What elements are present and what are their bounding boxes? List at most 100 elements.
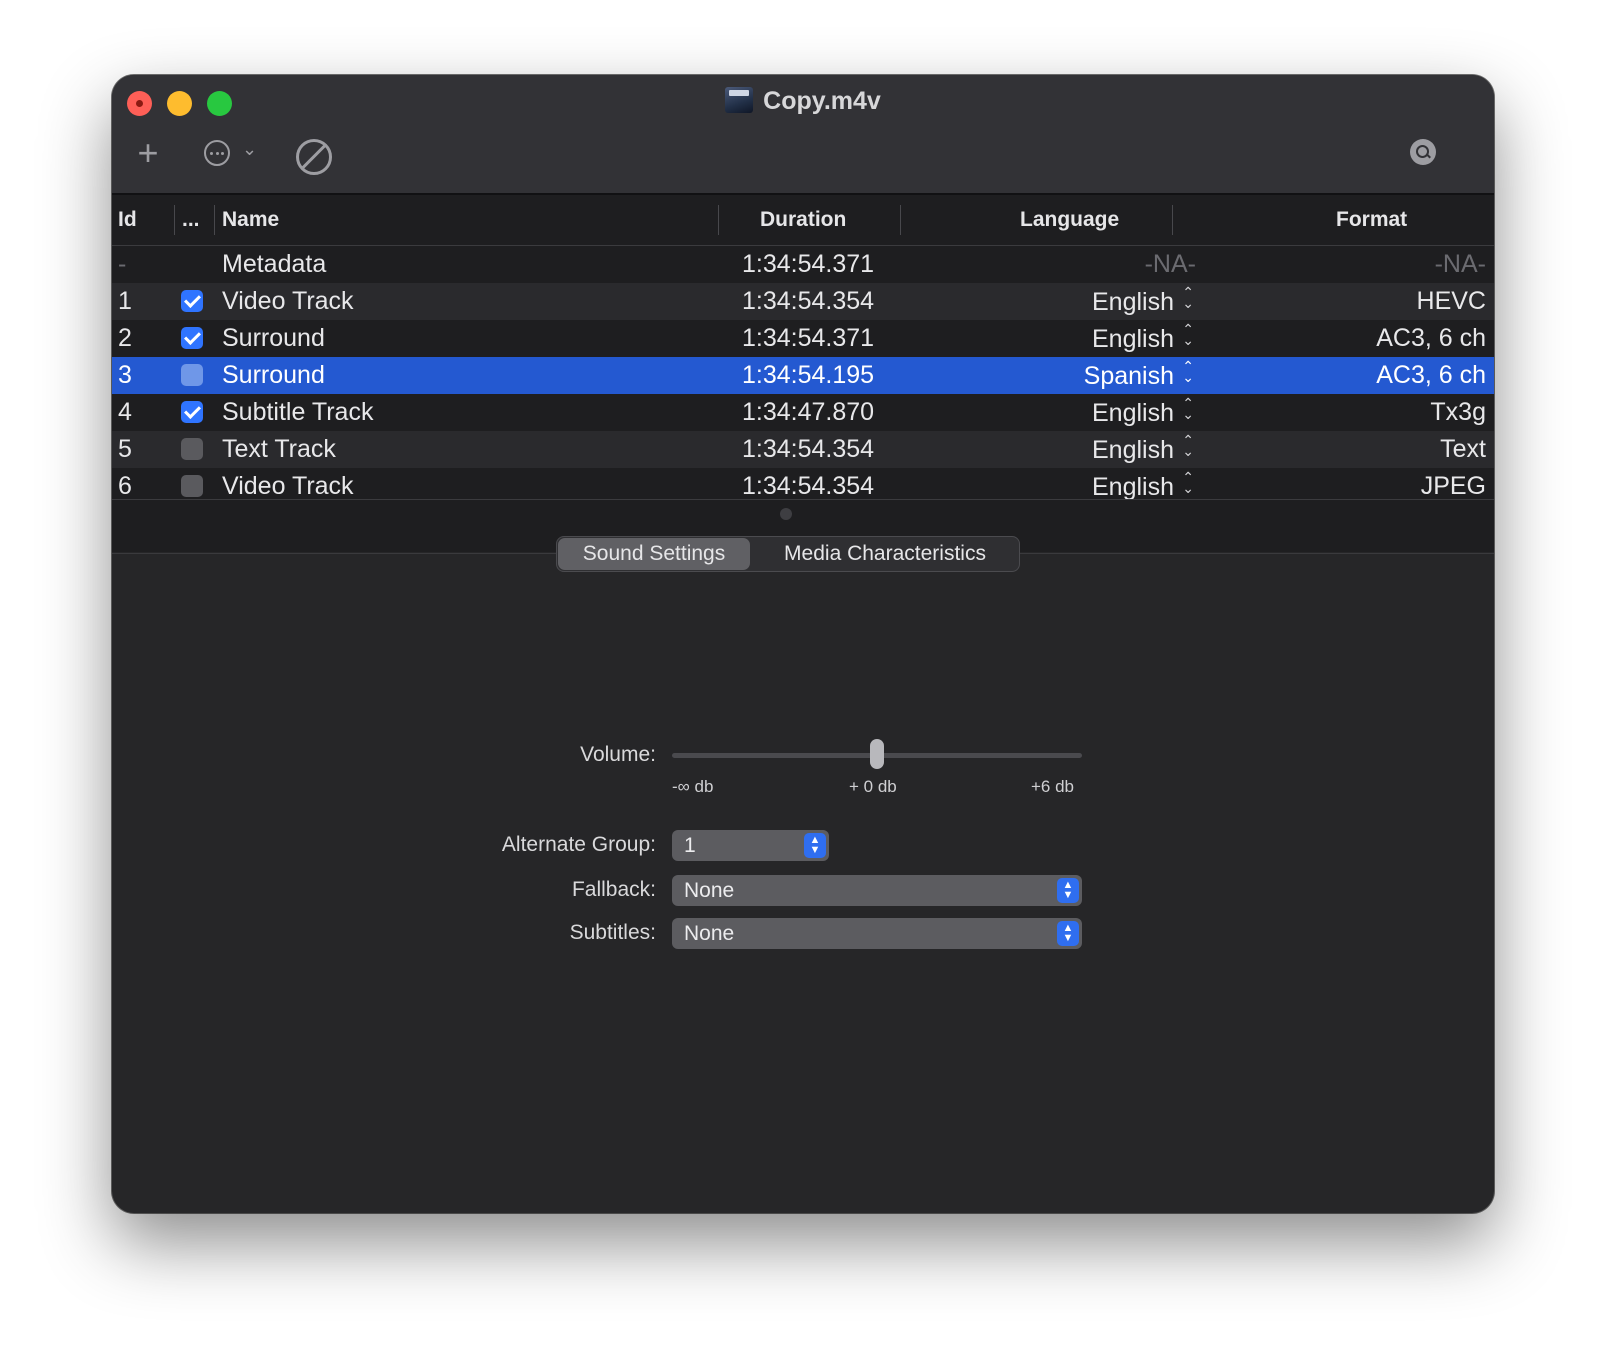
actions-menu-button[interactable]: ⌄ [200, 133, 260, 173]
track-format: AC3, 6 ch [1376, 324, 1486, 352]
track-format: -NA- [1434, 250, 1486, 278]
track-language: -NA- [1144, 250, 1196, 278]
track-enabled-checkbox[interactable] [181, 475, 203, 497]
track-language-popup[interactable]: English ⌃ ⌄ [1092, 284, 1194, 317]
table-row[interactable]: 3 Surround 1:34:54.195 Spanish ⌃ ⌄ AC3, 6 ch [112, 357, 1494, 394]
fallback-label: Fallback: [571, 878, 656, 901]
subtitles-value: None [684, 922, 735, 945]
updown-chevron-icon: ⌃ ⌄ [1182, 284, 1194, 311]
track-id: 5 [118, 435, 132, 463]
ellipsis-circle-icon [204, 140, 230, 166]
track-duration: 1:34:54.354 [742, 435, 875, 463]
track-id: 2 [118, 324, 132, 352]
fallback-value: None [684, 879, 735, 902]
movie-file-icon [725, 87, 754, 113]
track-language: English [1092, 473, 1174, 501]
column-header-format[interactable]: Format [1336, 208, 1407, 232]
track-language: Spanish [1083, 362, 1174, 390]
volume-slider-knob[interactable] [870, 739, 884, 769]
column-header-name[interactable]: Name [222, 208, 279, 232]
track-enabled-checkbox[interactable] [181, 327, 203, 349]
updown-arrows-icon: ▲ ▼ [1057, 921, 1079, 946]
track-id: 4 [118, 398, 132, 426]
table-header: Id ... Name Duration Language Format [112, 195, 1494, 246]
track-language-popup[interactable]: English ⌃ ⌄ [1092, 395, 1194, 428]
track-language: English [1092, 325, 1174, 353]
track-language-popup[interactable]: Spanish ⌃ ⌄ [1083, 358, 1194, 391]
track-format: Text [1440, 435, 1486, 463]
volume-min-label: -∞ db [672, 777, 714, 796]
tracks-table: Id ... Name Duration Language Format - Me… [112, 195, 1494, 505]
track-name: Metadata [222, 250, 327, 278]
plus-icon: + [137, 132, 159, 173]
track-name: Text Track [222, 435, 336, 463]
chevron-down-icon: ⌄ [242, 139, 258, 159]
track-language-popup[interactable]: English ⌃ ⌄ [1092, 469, 1194, 502]
track-format: JPEG [1420, 472, 1486, 500]
table-row[interactable]: 5 Text Track 1:34:54.354 English ⌃ ⌄ Text [112, 431, 1494, 468]
tab-media-characteristics[interactable]: Media Characteristics [752, 537, 1018, 571]
titlebar: Copy.m4v + ⌄ [112, 75, 1494, 195]
track-duration: 1:34:47.870 [742, 398, 875, 426]
track-name: Video Track [222, 287, 354, 315]
table-row[interactable]: 4 Subtitle Track 1:34:47.870 English ⌃ ⌄ Tx3g [112, 394, 1494, 431]
volume-mid-label: + 0 db [849, 777, 897, 796]
settings-tab-control: Sound Settings Media Characteristics [556, 536, 1020, 572]
split-view-handle[interactable] [780, 508, 792, 520]
table-row[interactable]: 2 Surround 1:34:54.371 English ⌃ ⌄ AC3, 6 ch [112, 320, 1494, 357]
column-header-enabled[interactable]: ... [182, 208, 200, 232]
column-header-duration[interactable]: Duration [760, 208, 846, 232]
track-duration: 1:34:54.354 [742, 472, 875, 500]
track-language-popup[interactable]: English ⌃ ⌄ [1092, 321, 1194, 354]
track-format: Tx3g [1430, 398, 1486, 426]
track-duration: 1:34:54.371 [742, 250, 875, 278]
alternate-group-label: Alternate Group: [501, 833, 656, 856]
updown-arrows-icon: ▲ ▼ [804, 833, 826, 858]
subtitles-popup[interactable]: None ▲ ▼ [672, 918, 1082, 949]
updown-chevron-icon: ⌃ ⌄ [1182, 395, 1194, 422]
track-enabled-checkbox[interactable] [181, 290, 203, 312]
track-id: 3 [118, 361, 132, 389]
volume-max-label: +6 db [1031, 777, 1075, 796]
track-duration: 1:34:54.354 [742, 287, 875, 315]
search-icon[interactable] [1410, 139, 1436, 165]
updown-arrows-icon: ▲ ▼ [1057, 878, 1079, 903]
table-body: - Metadata 1:34:54.371 -NA- -NA- 1 Video Track… [112, 246, 1494, 505]
track-language: English [1092, 436, 1174, 464]
add-track-button[interactable]: + [132, 133, 164, 173]
table-row[interactable]: 1 Video Track 1:34:54.354 English ⌃ ⌄ HEVC [112, 283, 1494, 320]
track-format: HEVC [1416, 287, 1486, 315]
updown-chevron-icon: ⌃ ⌄ [1182, 358, 1194, 385]
track-language-popup[interactable]: English ⌃ ⌄ [1092, 432, 1194, 465]
track-language: English [1092, 399, 1174, 427]
track-id: 1 [118, 287, 132, 315]
track-id: 6 [118, 472, 132, 500]
volume-label: Volume: [580, 743, 656, 766]
track-id: - [118, 250, 127, 278]
track-name: Surround [222, 324, 325, 352]
window-title-text: Copy.m4v [763, 87, 881, 115]
track-format: AC3, 6 ch [1376, 361, 1486, 389]
track-name: Surround [222, 361, 325, 389]
tab-sound-settings[interactable]: Sound Settings [558, 538, 750, 570]
subtitles-label: Subtitles: [569, 921, 656, 944]
alternate-group-popup[interactable]: 1 ▲ ▼ [672, 830, 829, 861]
track-enabled-checkbox[interactable] [181, 438, 203, 460]
track-duration: 1:34:54.195 [742, 361, 875, 389]
updown-chevron-icon: ⌃ ⌄ [1182, 321, 1194, 348]
table-row[interactable]: - Metadata 1:34:54.371 -NA- -NA- [112, 246, 1494, 283]
prohibited-icon[interactable] [296, 139, 332, 175]
fallback-popup[interactable]: None ▲ ▼ [672, 875, 1082, 906]
column-header-language[interactable]: Language [1020, 208, 1119, 232]
column-header-id[interactable]: Id [118, 208, 137, 232]
track-duration: 1:34:54.371 [742, 324, 875, 352]
main-window: Copy.m4v + ⌄ Id ... Name Duration Langua… [112, 75, 1494, 1213]
window-title: Copy.m4v [112, 87, 1494, 116]
track-enabled-checkbox[interactable] [181, 364, 203, 386]
track-enabled-checkbox[interactable] [181, 401, 203, 423]
updown-chevron-icon: ⌃ ⌄ [1182, 432, 1194, 459]
track-name: Video Track [222, 472, 354, 500]
track-name: Subtitle Track [222, 398, 374, 426]
track-language: English [1092, 288, 1174, 316]
updown-chevron-icon: ⌃ ⌄ [1182, 469, 1194, 496]
